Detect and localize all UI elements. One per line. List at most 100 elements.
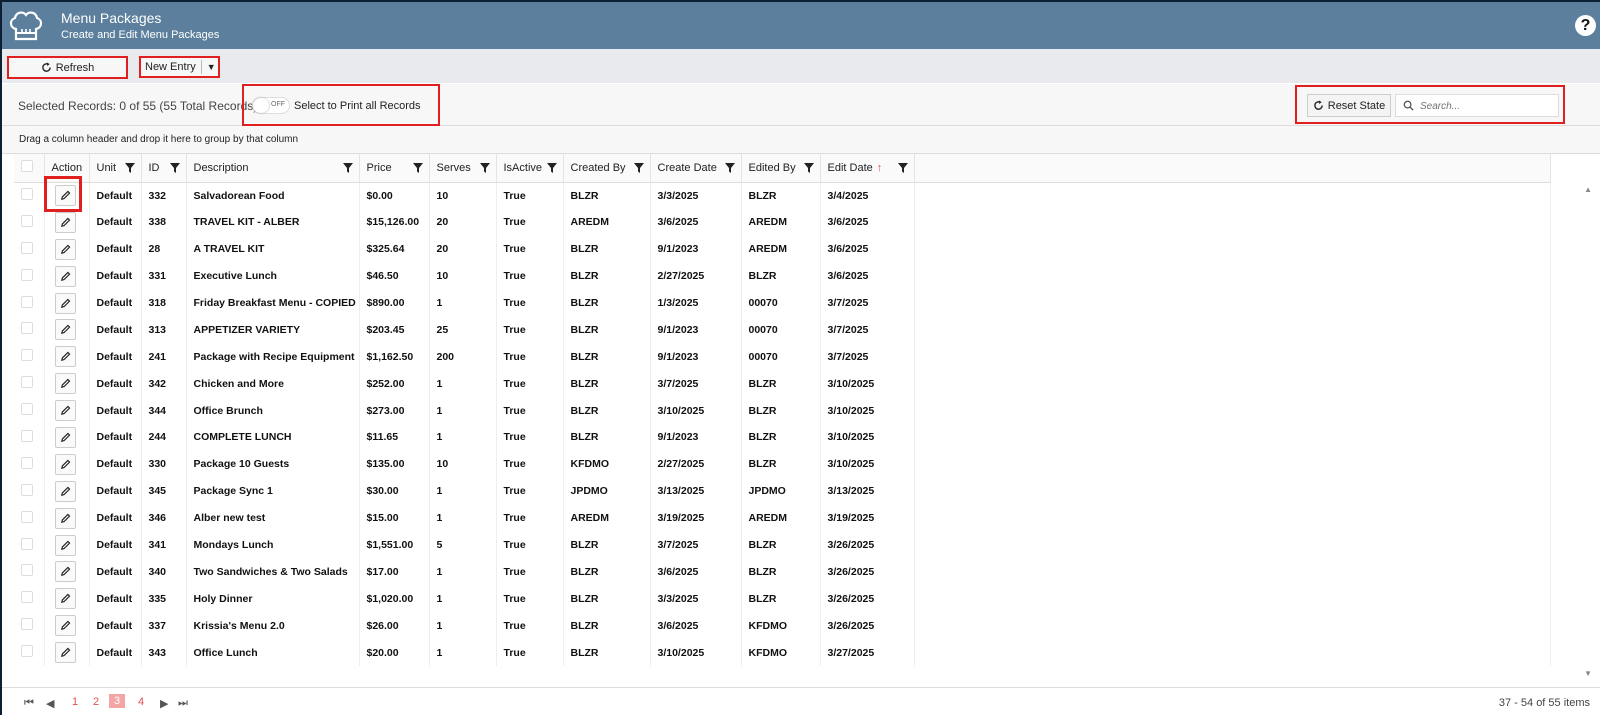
filter-icon[interactable] bbox=[342, 162, 353, 173]
column-header-isactive[interactable]: IsActive bbox=[496, 154, 564, 183]
edit-button[interactable] bbox=[54, 507, 76, 529]
column-header-unit[interactable]: Unit bbox=[89, 154, 142, 183]
edit-button[interactable] bbox=[54, 373, 76, 395]
table-row[interactable]: Default 345 Package Sync 1 $30.00 1 True JPDMO… bbox=[14, 477, 1551, 505]
row-checkbox[interactable] bbox=[21, 376, 33, 389]
filter-icon[interactable] bbox=[124, 162, 135, 173]
table-row[interactable]: Default 318 Friday Breakfast Menu - COPIED… bbox=[14, 289, 1551, 317]
column-header-id[interactable]: ID bbox=[141, 154, 187, 183]
page-link-4[interactable]: 4 bbox=[138, 696, 144, 708]
column-header-create-date[interactable]: Create Date bbox=[650, 154, 742, 183]
row-checkbox[interactable] bbox=[21, 537, 33, 550]
column-header-description[interactable]: Description bbox=[186, 154, 360, 183]
edit-button[interactable] bbox=[54, 319, 76, 341]
new-entry-dropdown[interactable]: New Entry ▼ bbox=[139, 56, 220, 78]
caret-down-icon[interactable]: ▼ bbox=[202, 62, 216, 72]
prev-page-button[interactable]: ◀ bbox=[46, 697, 54, 710]
edit-button[interactable] bbox=[54, 534, 76, 556]
filter-icon[interactable] bbox=[803, 162, 814, 173]
edit-button[interactable] bbox=[54, 400, 76, 422]
filter-icon[interactable] bbox=[897, 162, 908, 173]
row-checkbox[interactable] bbox=[21, 429, 33, 442]
row-checkbox[interactable] bbox=[21, 188, 33, 201]
page-link-2[interactable]: 2 bbox=[93, 696, 99, 708]
cell-serves: 5 bbox=[429, 531, 497, 559]
edit-button[interactable] bbox=[54, 561, 76, 583]
table-row[interactable]: Default 343 Office Lunch $20.00 1 True BLZR 3/1… bbox=[14, 639, 1551, 667]
action-cell bbox=[44, 397, 90, 425]
table-row[interactable]: Default 241 Package with Recipe Equipment $… bbox=[14, 343, 1551, 371]
page-link-3-current[interactable]: 3 bbox=[109, 694, 126, 708]
filter-icon[interactable] bbox=[169, 162, 180, 173]
table-row[interactable]: Default 338 TRAVEL KIT - ALBER $15,126.00 20… bbox=[14, 208, 1551, 236]
last-page-button[interactable]: ⏭ bbox=[178, 697, 188, 710]
filter-icon[interactable] bbox=[546, 162, 557, 173]
search-box[interactable] bbox=[1395, 94, 1559, 117]
filter-icon[interactable] bbox=[479, 162, 490, 173]
table-row[interactable]: Default 337 Krissia's Menu 2.0 $26.00 1 True B… bbox=[14, 612, 1551, 640]
row-checkbox[interactable] bbox=[21, 645, 33, 658]
filler-cell bbox=[914, 235, 1551, 263]
table-row[interactable]: Default 341 Mondays Lunch $1,551.00 5 True BLZ… bbox=[14, 531, 1551, 559]
new-entry-label[interactable]: New Entry bbox=[141, 60, 202, 74]
cell-serves: 200 bbox=[429, 343, 497, 371]
table-row[interactable]: Default 331 Executive Lunch $46.50 10 True BLZ… bbox=[14, 262, 1551, 290]
filter-icon[interactable] bbox=[633, 162, 644, 173]
edit-button[interactable] bbox=[54, 480, 76, 502]
edit-button[interactable] bbox=[54, 211, 76, 233]
cell-serves: 20 bbox=[429, 208, 497, 236]
group-by-drop-area[interactable]: Drag a column header and drop it here to… bbox=[2, 126, 1600, 154]
next-page-button[interactable]: ▶ bbox=[160, 697, 168, 710]
page-link-1[interactable]: 1 bbox=[72, 696, 78, 708]
edit-button[interactable] bbox=[54, 426, 76, 448]
search-input[interactable] bbox=[1420, 98, 1550, 114]
first-page-button[interactable]: ⏮ bbox=[24, 697, 34, 710]
table-row[interactable]: Default 313 APPETIZER VARIETY $203.45 25 True… bbox=[14, 316, 1551, 344]
row-checkbox[interactable] bbox=[21, 214, 33, 227]
reset-state-button[interactable]: Reset State bbox=[1307, 94, 1391, 117]
edit-button[interactable] bbox=[54, 346, 76, 368]
table-row[interactable]: Default 330 Package 10 Guests $135.00 10 True… bbox=[14, 450, 1551, 478]
scroll-up-arrow[interactable]: ▲ bbox=[1584, 185, 1592, 194]
select-all-checkbox[interactable] bbox=[21, 160, 33, 173]
help-icon[interactable]: ? bbox=[1575, 15, 1596, 36]
table-row[interactable]: Default 344 Office Brunch $273.00 1 True BLZR 3… bbox=[14, 397, 1551, 425]
filter-icon[interactable] bbox=[412, 162, 423, 173]
row-checkbox[interactable] bbox=[21, 349, 33, 362]
column-header-edited-by[interactable]: Edited By bbox=[741, 154, 821, 183]
table-row[interactable]: Default 28 A TRAVEL KIT $325.64 20 True BLZR 9/… bbox=[14, 235, 1551, 263]
edit-button[interactable] bbox=[54, 615, 76, 637]
row-checkbox[interactable] bbox=[21, 564, 33, 577]
row-checkbox[interactable] bbox=[21, 510, 33, 523]
row-checkbox[interactable] bbox=[21, 456, 33, 469]
edit-button[interactable] bbox=[54, 238, 76, 260]
row-checkbox[interactable] bbox=[21, 268, 33, 281]
row-checkbox[interactable] bbox=[21, 322, 33, 335]
table-row[interactable]: Default 332 Salvadorean Food $0.00 10 True BLZ… bbox=[14, 182, 1551, 209]
row-checkbox[interactable] bbox=[21, 295, 33, 308]
print-all-toggle[interactable]: OFF bbox=[252, 97, 290, 114]
row-checkbox[interactable] bbox=[21, 483, 33, 496]
row-checkbox[interactable] bbox=[21, 618, 33, 631]
table-row[interactable]: Default 335 Holy Dinner $1,020.00 1 True BLZR 3… bbox=[14, 585, 1551, 613]
table-row[interactable]: Default 342 Chicken and More $252.00 1 True BL… bbox=[14, 370, 1551, 398]
column-header-edit-date[interactable]: Edit Date ↑ bbox=[820, 154, 915, 183]
table-row[interactable]: Default 346 Alber new test $15.00 1 True AREDM… bbox=[14, 504, 1551, 532]
edit-button[interactable] bbox=[54, 292, 76, 314]
edit-button[interactable] bbox=[54, 453, 76, 475]
scroll-down-arrow[interactable]: ▼ bbox=[1584, 669, 1592, 678]
edit-button[interactable] bbox=[54, 265, 76, 287]
column-header-created-by[interactable]: Created By bbox=[563, 154, 651, 183]
column-header-serves[interactable]: Serves bbox=[429, 154, 497, 183]
row-checkbox[interactable] bbox=[21, 403, 33, 416]
table-row[interactable]: Default 244 COMPLETE LUNCH $11.65 1 True BLZR 9… bbox=[14, 424, 1551, 451]
pencil-icon bbox=[60, 378, 70, 389]
table-row[interactable]: Default 340 Two Sandwiches & Two Salads $17… bbox=[14, 558, 1551, 586]
column-header-price[interactable]: Price bbox=[359, 154, 430, 183]
row-checkbox[interactable] bbox=[21, 591, 33, 604]
edit-button[interactable] bbox=[54, 642, 76, 664]
filter-icon[interactable] bbox=[724, 162, 735, 173]
row-checkbox[interactable] bbox=[21, 241, 33, 254]
edit-button[interactable] bbox=[54, 588, 76, 610]
refresh-button[interactable]: Refresh bbox=[7, 56, 128, 79]
